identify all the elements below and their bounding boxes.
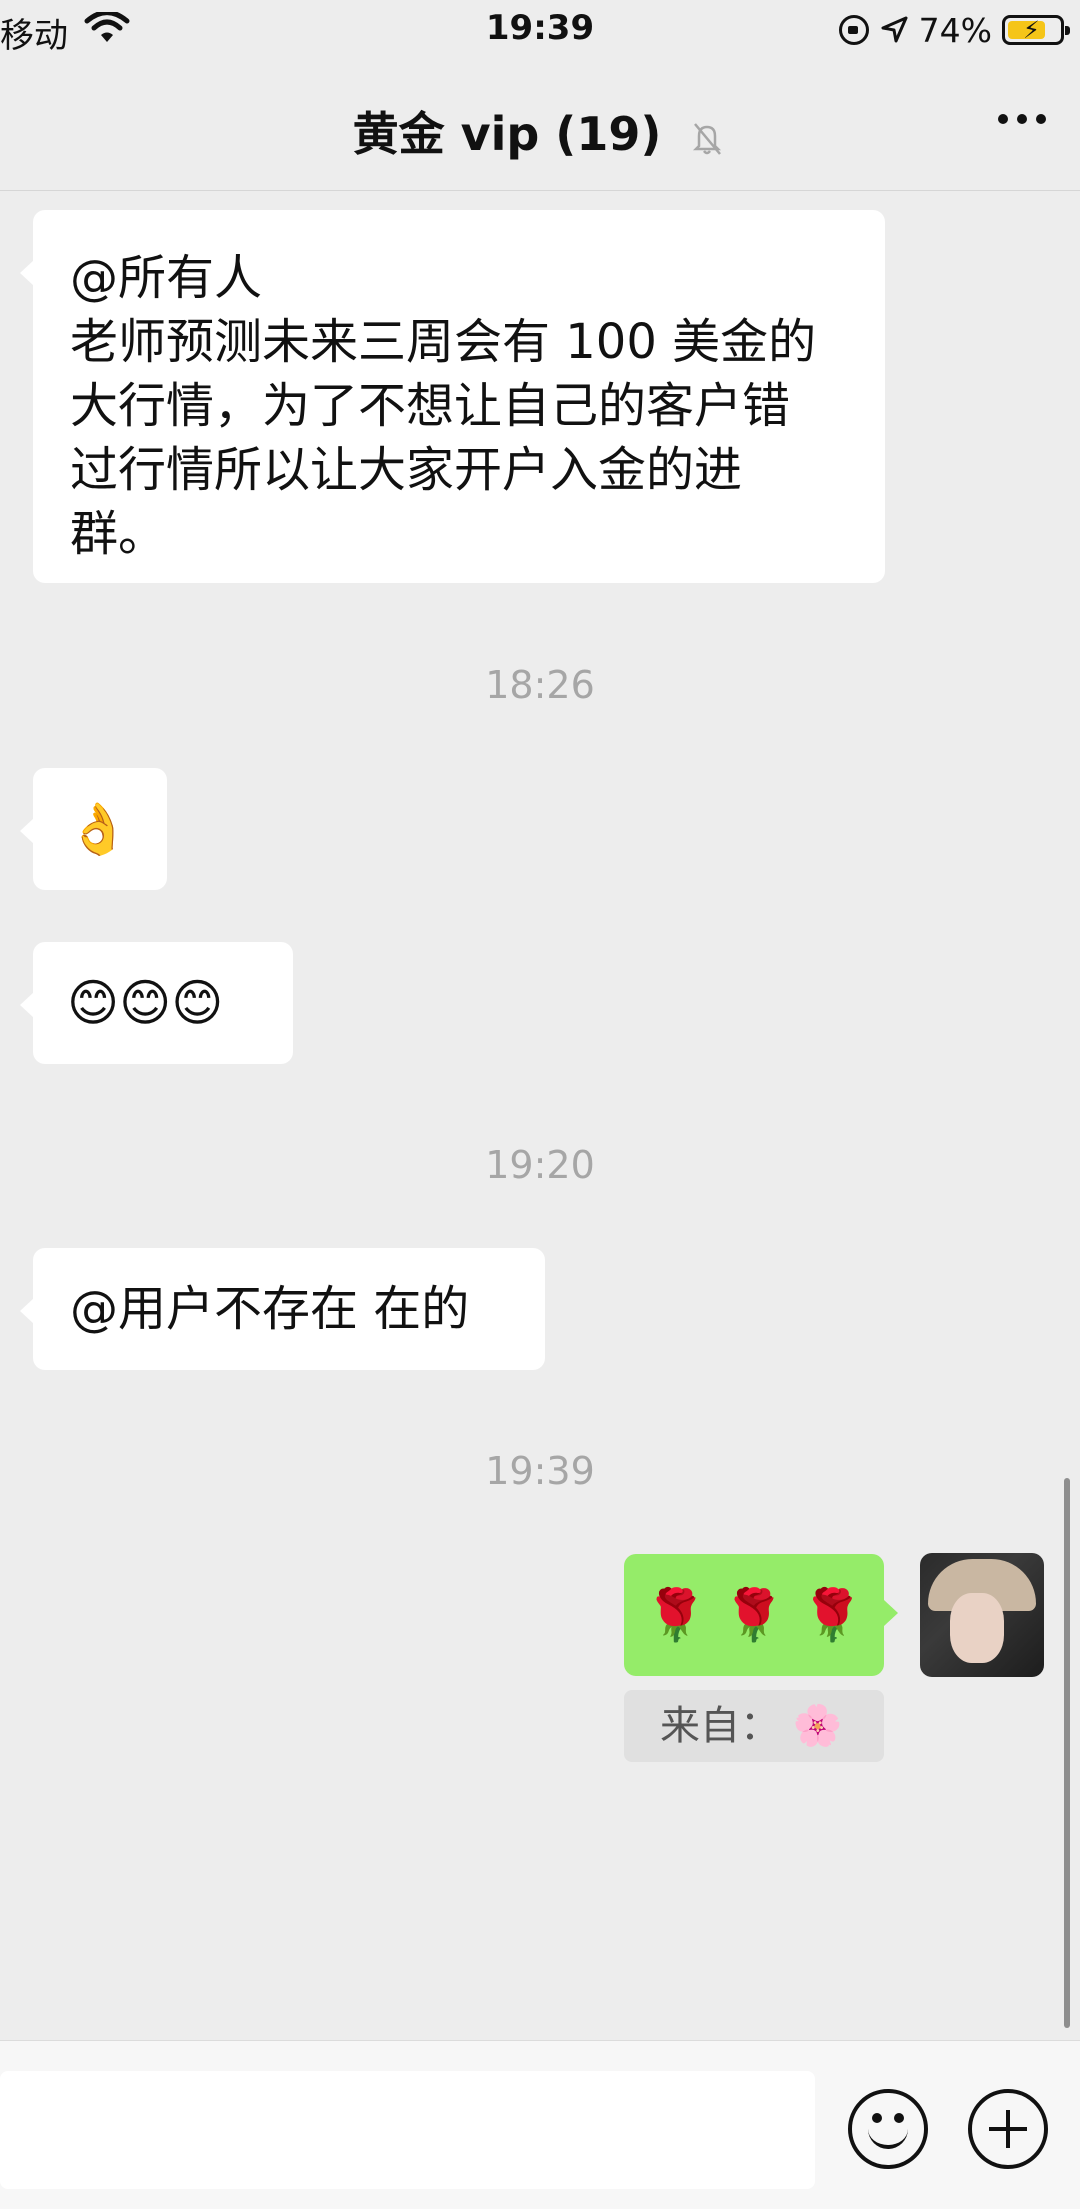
status-bar: 移动 19:39 74% ⚡ (0, 0, 1080, 62)
chat-header: 黄金 vip (19) (0, 62, 1080, 191)
message-bubble[interactable]: 👌 (20, 768, 167, 890)
message-input[interactable] (0, 2071, 815, 2189)
message-text: @用户不存在 在的 (70, 1281, 470, 1337)
timestamp: 19:20 (485, 1143, 595, 1187)
mute-bell-icon (693, 122, 722, 155)
message-line: 群。 (70, 506, 167, 562)
chat-title: 黄金 vip (19) (352, 107, 662, 161)
location-arrow-icon (881, 16, 908, 43)
smile-emoji: 😊😊😊 (67, 974, 224, 1032)
more-icon[interactable] (998, 114, 1046, 124)
bolt-icon: ⚡ (1023, 16, 1040, 44)
ok-hand-emoji: 👌 (67, 800, 130, 858)
message-line: 老师预测未来三周会有 100 美金的 (70, 314, 817, 370)
plus-icon[interactable] (968, 2089, 1048, 2169)
emoji-eye (894, 2113, 904, 2123)
emoji-eye (872, 2113, 882, 2123)
status-icons: 74% ⚡ (838, 8, 1070, 52)
timestamp: 18:26 (485, 663, 595, 707)
message-bubble[interactable]: @用户不存在 在的 (20, 1248, 545, 1370)
battery-tip (1065, 26, 1070, 35)
message-line: @所有人 (70, 250, 263, 306)
battery-percent: 74% (918, 10, 992, 50)
message-bubble[interactable]: 😊😊😊 (20, 942, 293, 1064)
avatar[interactable] (920, 1553, 1044, 1677)
message-line: 过行情所以让大家开户入金的进 (70, 442, 743, 498)
rose-emoji: 🌹 🌹 🌹 (644, 1586, 864, 1644)
my-message-bubble[interactable]: 🌹 🌹 🌹 (624, 1554, 898, 1676)
avatar-face (950, 1593, 1004, 1663)
input-bar (0, 2040, 1080, 2209)
emoji-mouth (868, 2129, 908, 2149)
rotation-lock-icon (838, 15, 869, 45)
battery-charging-icon: ⚡ (1002, 15, 1070, 45)
emoji-icon[interactable] (848, 2089, 928, 2169)
timestamp: 19:39 (485, 1449, 595, 1493)
message-line: 大行情，为了不想让自己的客户错 (70, 378, 791, 434)
scrollbar[interactable] (1064, 1478, 1070, 2028)
chat-title-wrap[interactable]: 黄金 vip (19) (0, 98, 1080, 164)
message-bubble[interactable]: @所有人 老师预测未来三周会有 100 美金的 大行情，为了不想让自己的客户错 … (20, 210, 885, 583)
quoted-message[interactable]: 来自： 🌸 (624, 1690, 884, 1762)
